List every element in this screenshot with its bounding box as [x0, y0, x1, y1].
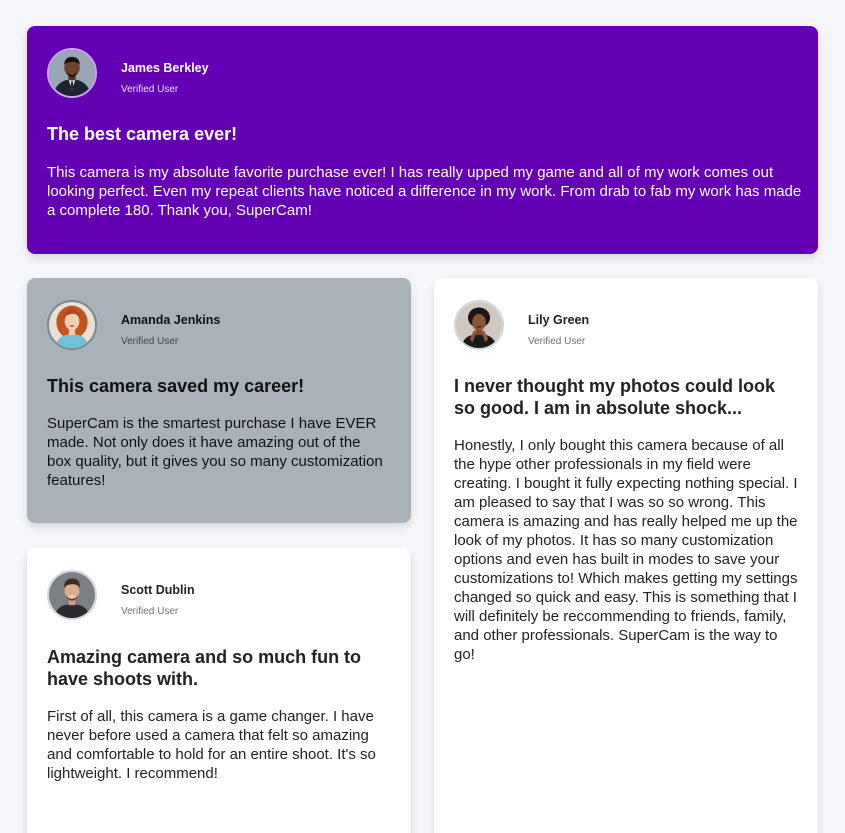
- verified-status: Verified User: [528, 336, 586, 347]
- avatar: [47, 300, 97, 350]
- testimonials-grid: James Berkley Verified User The best cam…: [0, 0, 845, 833]
- testimonial-card-lily-green: Lily Green Verified User I never thought…: [434, 278, 818, 833]
- avatar: [454, 300, 504, 350]
- user-avatar-icon: [49, 50, 95, 96]
- user-name: Amanda Jenkins: [121, 313, 221, 327]
- review-body: This camera is my absolute favorite purc…: [47, 164, 802, 219]
- avatar: [47, 570, 97, 620]
- user-name: Scott Dublin: [121, 583, 195, 597]
- review-title: The best camera ever!: [47, 124, 238, 144]
- review-title: I never thought my photos could look so …: [454, 376, 776, 418]
- verified-status: Verified User: [121, 84, 179, 95]
- verified-status: Verified User: [121, 606, 179, 617]
- review-body: SuperCam is the smartest purchase I have…: [47, 415, 383, 489]
- review-body: Honestly, I only bought this camera beca…: [454, 437, 798, 663]
- user-avatar-icon: [49, 572, 95, 618]
- user-name: Lily Green: [528, 313, 590, 327]
- testimonial-card-james-berkley: James Berkley Verified User The best cam…: [27, 26, 818, 254]
- user-avatar-icon: [49, 302, 95, 348]
- review-body: First of all, this camera is a game chan…: [47, 708, 376, 782]
- review-title: This camera saved my career!: [47, 376, 305, 396]
- verified-status: Verified User: [121, 336, 179, 347]
- testimonial-card-scott-dublin: Scott Dublin Verified User Amazing camer…: [27, 548, 411, 833]
- avatar: [47, 48, 97, 98]
- testimonial-card-amanda-jenkins: Amanda Jenkins Verified User This camera…: [27, 278, 411, 523]
- user-name: James Berkley: [121, 61, 209, 75]
- user-avatar-icon: [456, 302, 502, 348]
- review-title: Amazing camera and so much fun to have s…: [47, 647, 362, 689]
